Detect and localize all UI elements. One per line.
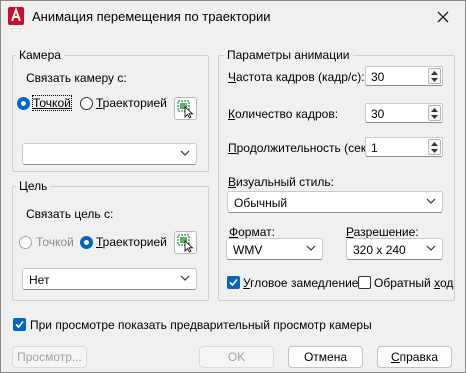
camera-pick-button[interactable] — [174, 97, 197, 120]
format-dropdown[interactable]: WMV — [226, 238, 323, 260]
frames-spinner[interactable]: 30 — [365, 103, 443, 123]
format-value: WMV — [233, 243, 263, 257]
camera-point-label[interactable]: Точкой — [32, 95, 72, 111]
chevron-down-icon — [426, 198, 436, 204]
reverse-label[interactable]: Обратный ход — [374, 276, 453, 290]
checkmark-icon — [229, 278, 238, 287]
pick-object-icon — [177, 100, 194, 119]
cancel-button[interactable]: Отмена — [288, 346, 363, 368]
target-group-legend: Цель — [16, 179, 51, 193]
camera-group-legend: Камера — [16, 48, 64, 62]
dialog-window: Анимация перемещения по траектории Камер… — [0, 0, 466, 373]
target-point-label[interactable]: Точкой — [36, 235, 74, 249]
camera-link-label: Связать камеру с: — [26, 71, 127, 85]
resolution-value: 320 x 240 — [353, 243, 406, 257]
target-pick-button[interactable] — [174, 231, 197, 254]
show-camera-preview-checkbox[interactable] — [13, 318, 26, 331]
visual-style-label: Визуальный стиль: — [228, 175, 334, 189]
checkmark-icon — [15, 320, 24, 329]
camera-point-radio[interactable] — [17, 97, 30, 110]
frames-value: 30 — [371, 107, 385, 121]
animation-group-legend: Параметры анимации — [224, 48, 353, 62]
autocad-app-icon — [7, 6, 25, 26]
target-link-label: Связать цель с: — [26, 207, 114, 221]
resolution-label: Разрешение: — [346, 225, 419, 239]
pick-object-icon — [177, 234, 194, 253]
duration-stepper[interactable] — [428, 139, 441, 155]
fps-stepper[interactable] — [428, 68, 441, 84]
resolution-dropdown[interactable]: 320 x 240 — [346, 238, 443, 260]
spin-up-icon[interactable] — [429, 106, 440, 113]
spin-down-icon[interactable] — [429, 147, 440, 154]
show-camera-preview-label[interactable]: При просмотре показать предварительный п… — [30, 318, 372, 332]
target-path-radio[interactable] — [80, 236, 93, 249]
corner-deceleration-checkbox[interactable] — [227, 276, 240, 289]
target-dropdown-value: Нет — [29, 273, 50, 287]
duration-spinner[interactable]: 1 — [365, 137, 443, 157]
close-icon — [437, 11, 449, 23]
ok-button[interactable]: OK — [199, 346, 274, 368]
target-path-dropdown[interactable]: Нет — [22, 268, 197, 290]
title-bar: Анимация перемещения по траектории — [1, 1, 465, 33]
help-button[interactable]: Справка — [377, 346, 452, 368]
window-title: Анимация перемещения по траектории — [32, 9, 271, 24]
camera-path-label[interactable]: Траекторией — [96, 96, 167, 110]
corner-deceleration-label[interactable]: Угловое замедление — [243, 276, 358, 290]
fps-label: Частота кадров (кадр/с): — [228, 70, 365, 84]
spin-down-icon[interactable] — [429, 76, 440, 83]
frames-label: Количество кадров: — [228, 107, 339, 121]
duration-value: 1 — [371, 141, 378, 155]
chevron-down-icon — [180, 150, 190, 156]
spin-down-icon[interactable] — [429, 113, 440, 120]
target-path-label[interactable]: Траекторией — [96, 235, 167, 249]
preview-button[interactable]: Просмотр... — [12, 346, 87, 368]
chevron-down-icon — [180, 275, 190, 281]
fps-spinner[interactable]: 30 — [365, 66, 443, 86]
frames-stepper[interactable] — [428, 105, 441, 121]
visual-style-dropdown[interactable]: Обычный — [227, 191, 443, 213]
chevron-down-icon — [426, 245, 436, 251]
chevron-down-icon — [306, 245, 316, 251]
camera-path-dropdown[interactable] — [22, 143, 197, 165]
spin-up-icon[interactable] — [429, 69, 440, 76]
spin-up-icon[interactable] — [429, 140, 440, 147]
fps-value: 30 — [371, 70, 385, 84]
close-button[interactable] — [425, 3, 461, 31]
target-point-radio[interactable] — [19, 236, 32, 249]
format-label: Формат: — [229, 225, 275, 239]
camera-path-radio[interactable] — [80, 97, 93, 110]
duration-label: Продолжительность (сек.): — [228, 141, 377, 155]
reverse-checkbox[interactable] — [358, 276, 371, 289]
visual-style-value: Обычный — [234, 196, 288, 210]
